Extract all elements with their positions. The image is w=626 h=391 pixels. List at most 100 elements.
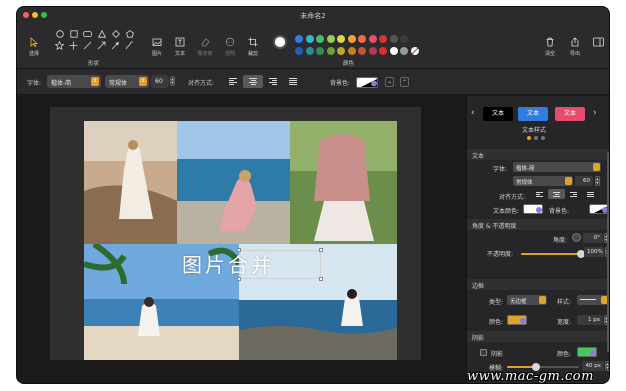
palette-swatch[interactable] bbox=[400, 35, 408, 43]
text-tool-button[interactable]: 文本 bbox=[169, 35, 191, 57]
font-family-select[interactable]: 楷体-简 ⇕ bbox=[47, 75, 101, 88]
opacity-field[interactable]: 100% bbox=[584, 247, 604, 257]
freehand-shape-icon[interactable] bbox=[125, 41, 134, 50]
angle-field[interactable]: 0° bbox=[583, 233, 603, 243]
palette-swatch[interactable] bbox=[316, 47, 324, 55]
align-center-button[interactable] bbox=[243, 75, 263, 88]
align-right-button[interactable] bbox=[263, 75, 283, 88]
align-left-button[interactable] bbox=[223, 75, 243, 88]
palette-swatch[interactable] bbox=[358, 47, 366, 55]
palette-swatch[interactable] bbox=[326, 47, 335, 55]
palette-swatch[interactable] bbox=[347, 35, 356, 43]
chevron-down-icon[interactable]: ⌄ bbox=[385, 77, 394, 87]
resize-handle-top-right[interactable] bbox=[319, 248, 323, 252]
section-text: 文本 bbox=[467, 149, 609, 160]
palette-swatch[interactable] bbox=[295, 35, 303, 43]
transparent-tool-button[interactable]: 透明 bbox=[219, 35, 241, 57]
palette-swatch[interactable] bbox=[305, 47, 314, 55]
clear-button-label: 清空 bbox=[544, 51, 555, 57]
panel-align-center-button[interactable] bbox=[548, 189, 565, 199]
border-style-select[interactable] bbox=[577, 295, 609, 305]
style-page-dots[interactable] bbox=[527, 136, 545, 140]
circle-shape-icon[interactable] bbox=[55, 29, 64, 38]
palette-swatch[interactable] bbox=[337, 47, 345, 55]
panel-font-size-field[interactable]: 60 bbox=[575, 176, 593, 186]
chevron-up-icon[interactable]: ⌃ bbox=[400, 77, 409, 87]
select-tool-button[interactable]: 选择 bbox=[23, 35, 45, 57]
clear-button[interactable]: 清空 bbox=[539, 35, 561, 57]
canvas-area[interactable]: 图片合并 bbox=[17, 96, 466, 383]
align-justify-button[interactable] bbox=[283, 75, 303, 88]
palette-swatch[interactable] bbox=[389, 35, 398, 43]
palette-swatch[interactable] bbox=[379, 35, 387, 43]
bg-color-well[interactable] bbox=[356, 77, 378, 88]
photo-girl-seaside[interactable] bbox=[177, 121, 290, 244]
palette-swatch[interactable] bbox=[368, 47, 377, 55]
chevron-right-icon[interactable]: › bbox=[593, 108, 597, 118]
palette-swatch[interactable] bbox=[368, 35, 377, 43]
palette-swatch[interactable] bbox=[347, 47, 356, 55]
photo-girl-forest[interactable] bbox=[290, 121, 397, 244]
palette-swatch[interactable] bbox=[295, 47, 303, 55]
eraser-tool-button[interactable]: 橡皮擦 bbox=[194, 35, 216, 57]
font-size-field[interactable]: 60 bbox=[151, 75, 169, 88]
crop-tool-button[interactable]: 裁剪 bbox=[242, 35, 264, 57]
text-color-well[interactable] bbox=[523, 204, 543, 214]
resize-handle-bottom-right[interactable] bbox=[319, 277, 323, 281]
panel-align-justify-button[interactable] bbox=[582, 189, 599, 199]
panel-bg-color-well[interactable] bbox=[589, 204, 609, 214]
square-shape-icon[interactable] bbox=[69, 29, 78, 38]
palette-swatch[interactable] bbox=[337, 35, 345, 43]
align-center-icon bbox=[249, 78, 257, 85]
bg-color-label: 背景色: bbox=[330, 80, 351, 87]
diamond-shape-icon[interactable] bbox=[111, 29, 120, 38]
toggle-sidebar-button[interactable] bbox=[587, 35, 609, 49]
style-preset-blue[interactable]: 文本 bbox=[518, 107, 548, 121]
palette-swatch[interactable] bbox=[389, 47, 398, 55]
palette-swatch[interactable] bbox=[326, 35, 335, 43]
style-preset-red[interactable]: 文本 bbox=[555, 107, 585, 121]
palette-swatch[interactable] bbox=[358, 35, 366, 43]
current-color-well[interactable] bbox=[273, 35, 287, 49]
photo-girl-rocks[interactable] bbox=[84, 121, 177, 244]
text-style-label: 文本样式 bbox=[522, 127, 547, 134]
no-color-swatch[interactable] bbox=[410, 47, 419, 55]
font-label: 字体: bbox=[27, 80, 42, 87]
filled-arrow-shape-icon[interactable] bbox=[111, 41, 120, 50]
image-tool-button[interactable]: 图片 bbox=[146, 35, 168, 57]
border-type-select[interactable]: 无边框 bbox=[507, 295, 547, 305]
section-shadow: 阴影 bbox=[467, 331, 609, 342]
panel-align-right-button[interactable] bbox=[565, 189, 582, 199]
chevron-left-icon[interactable]: ‹ bbox=[471, 108, 475, 118]
shadow-color-well[interactable] bbox=[577, 347, 597, 357]
panel-font-size-stepper[interactable]: ▲ ▼ bbox=[595, 176, 600, 186]
palette-swatch[interactable] bbox=[379, 47, 387, 55]
export-button[interactable]: 导出 bbox=[564, 35, 586, 57]
line-shape-icon[interactable] bbox=[83, 41, 92, 50]
font-size-stepper[interactable]: ▲ ▼ bbox=[170, 76, 175, 86]
panel-align-left-button[interactable] bbox=[531, 189, 548, 199]
shapes-group-label: 形状 bbox=[88, 61, 100, 67]
panel-font-weight-select[interactable]: 常规体 bbox=[513, 176, 573, 186]
palette-swatch[interactable] bbox=[400, 47, 408, 55]
blur-stepper[interactable]: ▲ ▼ bbox=[605, 361, 609, 371]
border-width-field[interactable]: 1 px bbox=[577, 315, 603, 325]
style-preset-black[interactable]: 文本 bbox=[483, 107, 513, 121]
palette-swatch[interactable] bbox=[316, 35, 324, 43]
font-weight-select[interactable]: 常规体 ⇕ bbox=[105, 75, 149, 88]
palette-swatch[interactable] bbox=[305, 35, 314, 43]
pentagon-shape-icon[interactable] bbox=[125, 29, 134, 38]
window-title: 未命名2 bbox=[300, 12, 326, 20]
shadow-checkbox[interactable] bbox=[480, 349, 487, 356]
rounded-rect-shape-icon[interactable] bbox=[83, 29, 92, 38]
canvas-overlay-text[interactable]: 图片合并 bbox=[182, 249, 274, 278]
border-color-well[interactable] bbox=[507, 315, 527, 325]
star-shape-icon[interactable] bbox=[55, 41, 64, 50]
angle-dial[interactable] bbox=[572, 233, 581, 242]
panel-scrollbar[interactable] bbox=[607, 152, 609, 352]
arrow-shape-icon[interactable] bbox=[97, 41, 106, 50]
share-icon bbox=[570, 35, 580, 49]
cross-shape-icon[interactable] bbox=[69, 41, 78, 50]
triangle-shape-icon[interactable] bbox=[97, 29, 106, 38]
panel-font-family-select[interactable]: 楷体-简 bbox=[513, 162, 601, 172]
